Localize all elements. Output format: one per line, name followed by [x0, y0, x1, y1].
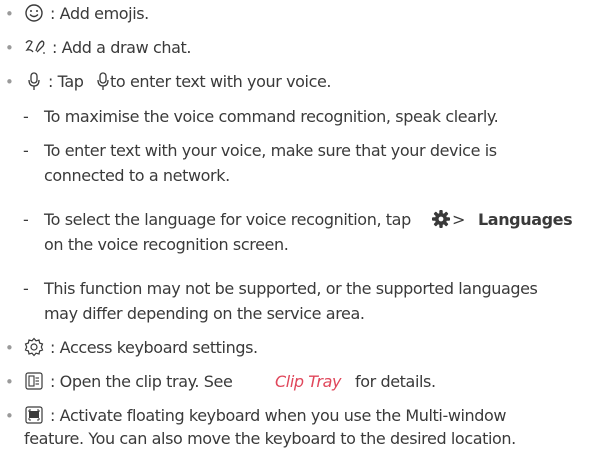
sub-item-text: connected to a network.	[44, 166, 230, 185]
bullet: •	[5, 5, 14, 23]
emoji-icon	[25, 3, 43, 22]
sub-item-text: To maximise the voice command recognitio…	[44, 107, 499, 126]
bullet: •	[5, 373, 14, 391]
bullet: •	[5, 39, 14, 57]
item-text: : Access keyboard settings.	[50, 338, 258, 357]
languages-label: Languages	[478, 210, 573, 229]
bullet: •	[5, 407, 14, 425]
settings-icon	[24, 337, 44, 356]
item-text: feature. You can also move the keyboard …	[24, 429, 516, 448]
item-text: : Add emojis.	[50, 4, 149, 23]
sub-item-text: may differ depending on the service area…	[44, 304, 365, 323]
separator-text: >	[452, 210, 466, 229]
clip-tray-icon	[25, 371, 43, 390]
item-text-end: for details.	[355, 372, 436, 391]
microphone-icon	[97, 71, 109, 90]
floating-keyboard-icon	[25, 405, 43, 424]
dash: -	[23, 107, 29, 126]
dash: -	[23, 210, 29, 229]
dash: -	[23, 279, 29, 298]
microphone-icon	[28, 71, 40, 90]
sub-item-text: To select the language for voice recogni…	[44, 210, 411, 229]
item-text-end: to enter text with your voice.	[110, 72, 332, 91]
document-page: • : Add emojis. • : Add a draw chat. •:…	[0, 0, 607, 450]
bullet: •	[5, 339, 14, 357]
item-text-start: : Tap	[48, 72, 84, 91]
bullet: •	[5, 73, 14, 91]
sub-item-text: on the voice recognition screen.	[44, 235, 289, 254]
item-text: : Add a draw chat.	[52, 38, 192, 57]
draw-chat-icon	[25, 39, 45, 54]
item-text: : Activate floating keyboard when you us…	[50, 406, 507, 425]
item-text-start: : Open the clip tray. See	[50, 372, 233, 391]
clip-tray-link[interactable]: Clip Tray	[275, 372, 341, 392]
gear-icon	[432, 209, 450, 228]
sub-item-text: To enter text with your voice, make sure…	[44, 141, 497, 160]
dash: -	[23, 141, 29, 160]
sub-item-text: This function may not be supported, or t…	[44, 279, 538, 298]
